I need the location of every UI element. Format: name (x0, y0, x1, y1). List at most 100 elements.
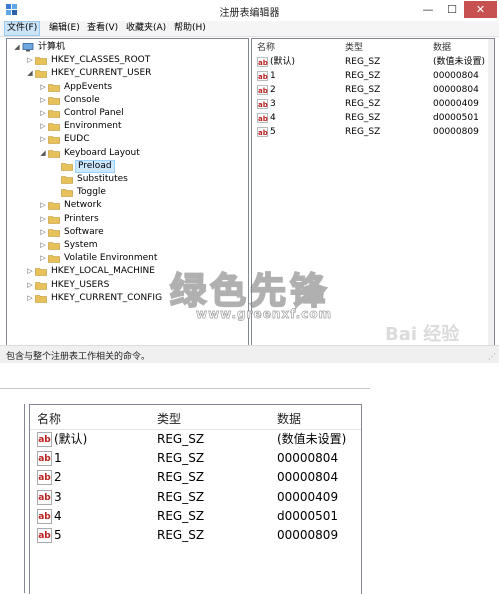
folder-icon (61, 176, 73, 184)
status-text: 包含与整个注册表工作相关的命令。 (6, 352, 151, 362)
tree-expander-icon[interactable]: ◢ (13, 41, 21, 54)
menu-help[interactable]: 帮助(H) (172, 22, 208, 35)
string-value-icon: ab (257, 71, 268, 81)
zoomed-value-data: 00000409 (277, 489, 339, 504)
tree-item-label: Substitutes (77, 174, 128, 184)
value-name[interactable]: 2 (270, 84, 276, 97)
string-value-icon: ab (257, 113, 268, 123)
folder-icon (48, 242, 60, 250)
tree-expander-icon[interactable]: ▷ (39, 133, 47, 146)
tree-item-label: EUDC (64, 134, 90, 145)
vertical-scrollbar[interactable] (488, 39, 494, 345)
value-data: (数值未设置) (433, 57, 486, 67)
string-value-icon: ab (257, 85, 268, 95)
string-value-icon: ab (37, 451, 52, 467)
zoomed-value-type: REG_SZ (157, 528, 205, 542)
zoomed-header-name[interactable]: 名称 (37, 410, 61, 427)
tree-item-label: Preload (75, 159, 115, 173)
value-type: REG_SZ (345, 127, 381, 137)
value-data: 00000804 (433, 85, 479, 95)
tree-expander-icon[interactable]: ◢ (26, 67, 34, 80)
value-data: 00000809 (433, 127, 479, 137)
value-name[interactable]: 3 (270, 98, 276, 111)
tree-expander-icon[interactable]: ▷ (39, 199, 47, 212)
tree-expander-icon[interactable]: ▷ (26, 265, 34, 278)
tree-expander-icon[interactable]: ▷ (39, 239, 47, 252)
tree-expander-icon[interactable]: ▷ (26, 54, 34, 67)
title-bar: 注册表编辑器 — ☐ ✕ (0, 0, 499, 20)
tree-expander-icon[interactable]: ◢ (39, 147, 47, 160)
string-value-icon: ab (257, 57, 268, 67)
value-name[interactable]: 1 (270, 70, 276, 83)
tree-expander-icon[interactable]: ▷ (39, 252, 47, 265)
tree-item-label: AppEvents (64, 81, 113, 92)
value-data: 00000409 (433, 99, 479, 109)
zoomed-value-type: REG_SZ (157, 432, 205, 446)
tree-expander-icon[interactable]: ▷ (39, 226, 47, 239)
tree-item-label: Console (64, 94, 100, 105)
zoomed-value-data: d0000501 (277, 508, 339, 523)
folder-icon (35, 70, 47, 79)
string-value-icon: ab (37, 470, 52, 486)
folder-icon (48, 96, 60, 105)
zoomed-value-type: REG_SZ (157, 470, 205, 485)
zoomed-header-type[interactable]: 类型 (157, 410, 181, 427)
folder-icon (48, 255, 60, 263)
value-name[interactable]: (默认) (270, 56, 295, 69)
folder-icon (61, 189, 73, 197)
zoomed-value-type: REG_SZ (157, 489, 205, 504)
tree-item-label: HKEY_CURRENT_CONFIG (51, 292, 163, 303)
menu-file[interactable]: 文件(F) (4, 21, 41, 36)
string-value-icon: ab (257, 99, 268, 109)
zoomed-header-data[interactable]: 数据 (277, 410, 301, 427)
computer-icon (22, 43, 34, 52)
menu-view[interactable]: 查看(V) (85, 22, 120, 35)
zoomed-value-name[interactable]: (默认) (54, 430, 87, 449)
value-name[interactable]: 4 (270, 112, 276, 125)
folder-icon (35, 57, 47, 65)
string-value-icon: ab (257, 127, 268, 137)
tree-expander-icon[interactable]: ▷ (39, 107, 47, 120)
menu-edit[interactable]: 编辑(E) (47, 22, 82, 35)
folder-icon (35, 281, 47, 290)
zoomed-value-name[interactable]: 1 (54, 449, 62, 468)
value-type: REG_SZ (345, 57, 381, 67)
zoomed-values-list[interactable]: 名称 类型 数据 ab (默认) REG_SZ (数值未设置) ab 1 REG_SZ 000… (29, 404, 362, 594)
zoomed-tree-pane-edge (0, 404, 25, 593)
column-header-name[interactable]: 名称 (257, 40, 275, 53)
tree-expander-icon[interactable]: ▷ (39, 213, 47, 226)
tree-expander-icon[interactable]: ▷ (39, 120, 47, 133)
tree-item-label: Keyboard Layout (64, 147, 140, 158)
zoomed-value-name[interactable]: 5 (54, 526, 62, 545)
resize-grip-icon[interactable]: ⋰ (488, 352, 496, 361)
value-type: REG_SZ (345, 71, 381, 81)
menu-favorites[interactable]: 收藏夹(A) (124, 22, 168, 35)
minimize-button[interactable]: — (416, 1, 440, 18)
zoomed-value-data: 00000809 (277, 528, 339, 542)
zoomed-value-data: 00000804 (277, 470, 339, 485)
string-value-icon: ab (37, 432, 52, 447)
zoomed-values-view: 名称 类型 数据 ab (默认) REG_SZ (数值未设置) ab 1 REG_SZ 000… (0, 388, 370, 594)
zoomed-value-name[interactable]: 2 (54, 468, 62, 487)
tree-item-label: Network (64, 200, 102, 211)
maximize-button[interactable]: ☐ (440, 1, 464, 18)
watermark-url: www.greenxf.com (196, 307, 333, 322)
tree-expander-icon[interactable]: ▷ (26, 279, 34, 292)
zoomed-value-name[interactable]: 3 (54, 488, 62, 507)
folder-icon (48, 83, 60, 92)
zoomed-value-name[interactable]: 4 (54, 507, 62, 526)
close-button[interactable]: ✕ (464, 1, 497, 18)
column-header-data[interactable]: 数据 (433, 40, 451, 53)
string-value-icon: ab (37, 528, 52, 543)
tree-expander-icon[interactable]: ▷ (39, 94, 47, 107)
folder-icon (48, 228, 60, 237)
column-header-type[interactable]: 类型 (345, 40, 363, 53)
zoomed-value-data: 00000804 (277, 451, 339, 466)
folder-icon (48, 110, 60, 118)
value-name[interactable]: 5 (270, 126, 276, 139)
folder-icon (35, 294, 47, 303)
tree-item-label: Control Panel (64, 108, 124, 118)
string-value-icon: ab (37, 508, 52, 524)
tree-expander-icon[interactable]: ▷ (39, 81, 47, 94)
tree-expander-icon[interactable]: ▷ (26, 292, 34, 305)
